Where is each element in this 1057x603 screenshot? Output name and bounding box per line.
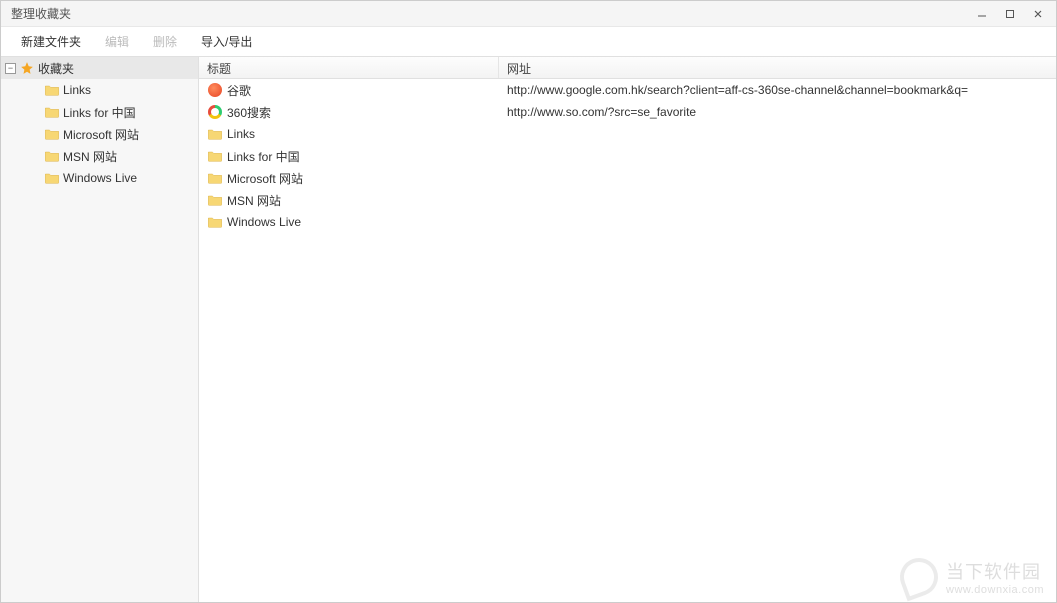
menu-import-export[interactable]: 导入/导出 [189, 29, 264, 54]
expand-collapse-icon[interactable]: − [5, 63, 16, 74]
tree-item-label: Links for 中国 [63, 104, 136, 121]
menubar: 新建文件夹 编辑 删除 导入/导出 [1, 27, 1056, 57]
sidebar-tree: − 收藏夹 Links Links for 中国 Microsof [1, 57, 199, 602]
item-title: Links [227, 127, 255, 141]
item-title: 谷歌 [227, 82, 251, 99]
tree-item-windows-live[interactable]: Windows Live [1, 167, 198, 189]
folder-icon [44, 126, 60, 142]
window-controls [968, 2, 1052, 26]
tree-root-favorites[interactable]: − 收藏夹 [1, 57, 198, 79]
close-button[interactable] [1024, 2, 1052, 26]
list-item[interactable]: Links for 中国 [199, 145, 1056, 167]
tree-item-label: Links [63, 83, 91, 97]
bookmark-list: 谷歌 http://www.google.com.hk/search?clien… [199, 79, 1056, 602]
item-url: http://www.google.com.hk/search?client=a… [503, 83, 1052, 97]
item-title: Links for 中国 [227, 148, 300, 165]
tree-item-microsoft[interactable]: Microsoft 网站 [1, 123, 198, 145]
minimize-button[interactable] [968, 2, 996, 26]
menu-edit: 编辑 [93, 29, 141, 54]
list-item[interactable]: MSN 网站 [199, 189, 1056, 211]
list-item[interactable]: Links [199, 123, 1056, 145]
folder-icon [207, 148, 223, 164]
content-area: − 收藏夹 Links Links for 中国 Microsof [1, 57, 1056, 602]
tree-item-label: Windows Live [63, 171, 137, 185]
tree-item-label: Microsoft 网站 [63, 126, 139, 143]
folder-icon [207, 214, 223, 230]
window-title: 整理收藏夹 [11, 5, 71, 22]
item-title: MSN 网站 [227, 192, 281, 209]
google-icon [207, 82, 223, 98]
main-panel: 标题 网址 谷歌 http://www.google.com.hk/search… [199, 57, 1056, 602]
folder-icon [207, 192, 223, 208]
folder-icon [44, 148, 60, 164]
maximize-button[interactable] [996, 2, 1024, 26]
menu-delete: 删除 [141, 29, 189, 54]
item-title: Microsoft 网站 [227, 170, 303, 187]
list-columns-header: 标题 网址 [199, 57, 1056, 79]
folder-icon [44, 170, 60, 186]
tree-item-msn[interactable]: MSN 网站 [1, 145, 198, 167]
item-title: Windows Live [227, 215, 301, 229]
column-header-title[interactable]: 标题 [199, 57, 499, 78]
tree-item-links[interactable]: Links [1, 79, 198, 101]
titlebar: 整理收藏夹 [1, 1, 1056, 27]
tree-item-label: MSN 网站 [63, 148, 117, 165]
folder-icon [44, 82, 60, 98]
tree-item-links-cn[interactable]: Links for 中国 [1, 101, 198, 123]
folder-icon [207, 170, 223, 186]
column-header-url[interactable]: 网址 [499, 57, 1056, 78]
list-item[interactable]: 360搜索 http://www.so.com/?src=se_favorite [199, 101, 1056, 123]
folder-icon [207, 126, 223, 142]
list-item[interactable]: Windows Live [199, 211, 1056, 233]
so360-icon [207, 104, 223, 120]
menu-new-folder[interactable]: 新建文件夹 [9, 29, 93, 54]
item-title: 360搜索 [227, 104, 271, 121]
list-item[interactable]: 谷歌 http://www.google.com.hk/search?clien… [199, 79, 1056, 101]
item-url: http://www.so.com/?src=se_favorite [503, 105, 1052, 119]
folder-icon [44, 104, 60, 120]
tree-root-label: 收藏夹 [38, 60, 74, 77]
list-item[interactable]: Microsoft 网站 [199, 167, 1056, 189]
star-icon [19, 60, 35, 76]
